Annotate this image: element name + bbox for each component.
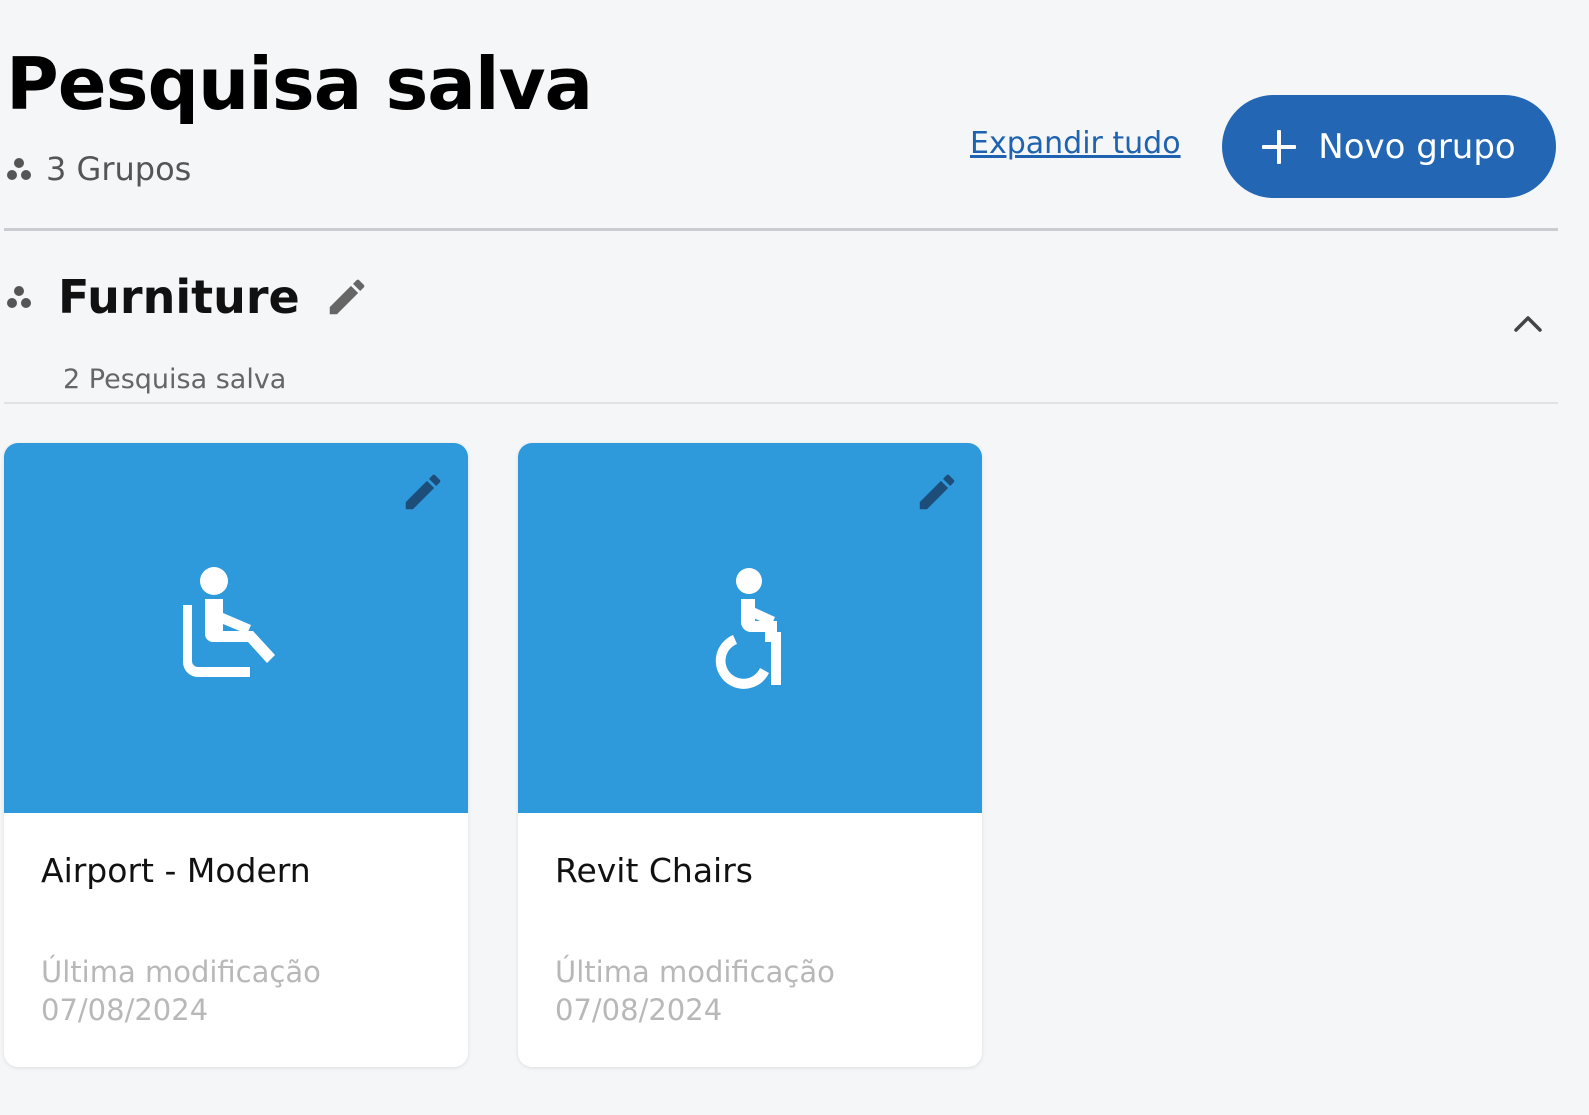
groups-count-label: 3 Grupos bbox=[46, 150, 192, 188]
card-modified: Última modificação 07/08/2024 bbox=[41, 953, 321, 1029]
card-title: Revit Chairs bbox=[555, 851, 753, 890]
group-divider bbox=[4, 402, 1558, 404]
page-title: Pesquisa salva bbox=[6, 42, 593, 126]
card-modified: Última modificação 07/08/2024 bbox=[555, 953, 835, 1029]
expand-all-link[interactable]: Expandir tudo bbox=[970, 126, 1181, 161]
group-dots-icon bbox=[6, 156, 32, 182]
modified-date: 07/08/2024 bbox=[555, 993, 723, 1027]
card-banner bbox=[518, 443, 982, 813]
modified-label: Última modificação bbox=[41, 955, 321, 989]
edit-pencil-icon[interactable] bbox=[914, 469, 960, 515]
card-title: Airport - Modern bbox=[41, 851, 311, 890]
group-name: Furniture bbox=[58, 270, 300, 324]
new-group-label: Novo grupo bbox=[1318, 126, 1516, 167]
edit-pencil-icon[interactable] bbox=[400, 469, 446, 515]
collapse-chevron-up-icon[interactable] bbox=[1512, 310, 1544, 334]
modified-label: Última modificação bbox=[555, 955, 835, 989]
edit-group-pencil-icon[interactable] bbox=[324, 274, 370, 320]
plus-icon bbox=[1262, 129, 1297, 164]
groups-count: 3 Grupos bbox=[6, 150, 191, 188]
saved-search-card[interactable]: Revit Chairs Última modificação 07/08/20… bbox=[518, 443, 982, 1067]
group-search-count: 2 Pesquisa salva bbox=[63, 364, 287, 395]
seated-person-icon bbox=[171, 563, 301, 693]
card-banner bbox=[4, 443, 468, 813]
new-group-button[interactable]: Novo grupo bbox=[1222, 95, 1556, 198]
saved-search-card[interactable]: Airport - Modern Última modificação 07/0… bbox=[4, 443, 468, 1067]
group-header: Furniture bbox=[6, 270, 370, 324]
modified-date: 07/08/2024 bbox=[41, 993, 209, 1027]
wheelchair-icon bbox=[685, 563, 815, 693]
header-divider bbox=[4, 228, 1558, 231]
group-dots-icon bbox=[6, 284, 32, 310]
